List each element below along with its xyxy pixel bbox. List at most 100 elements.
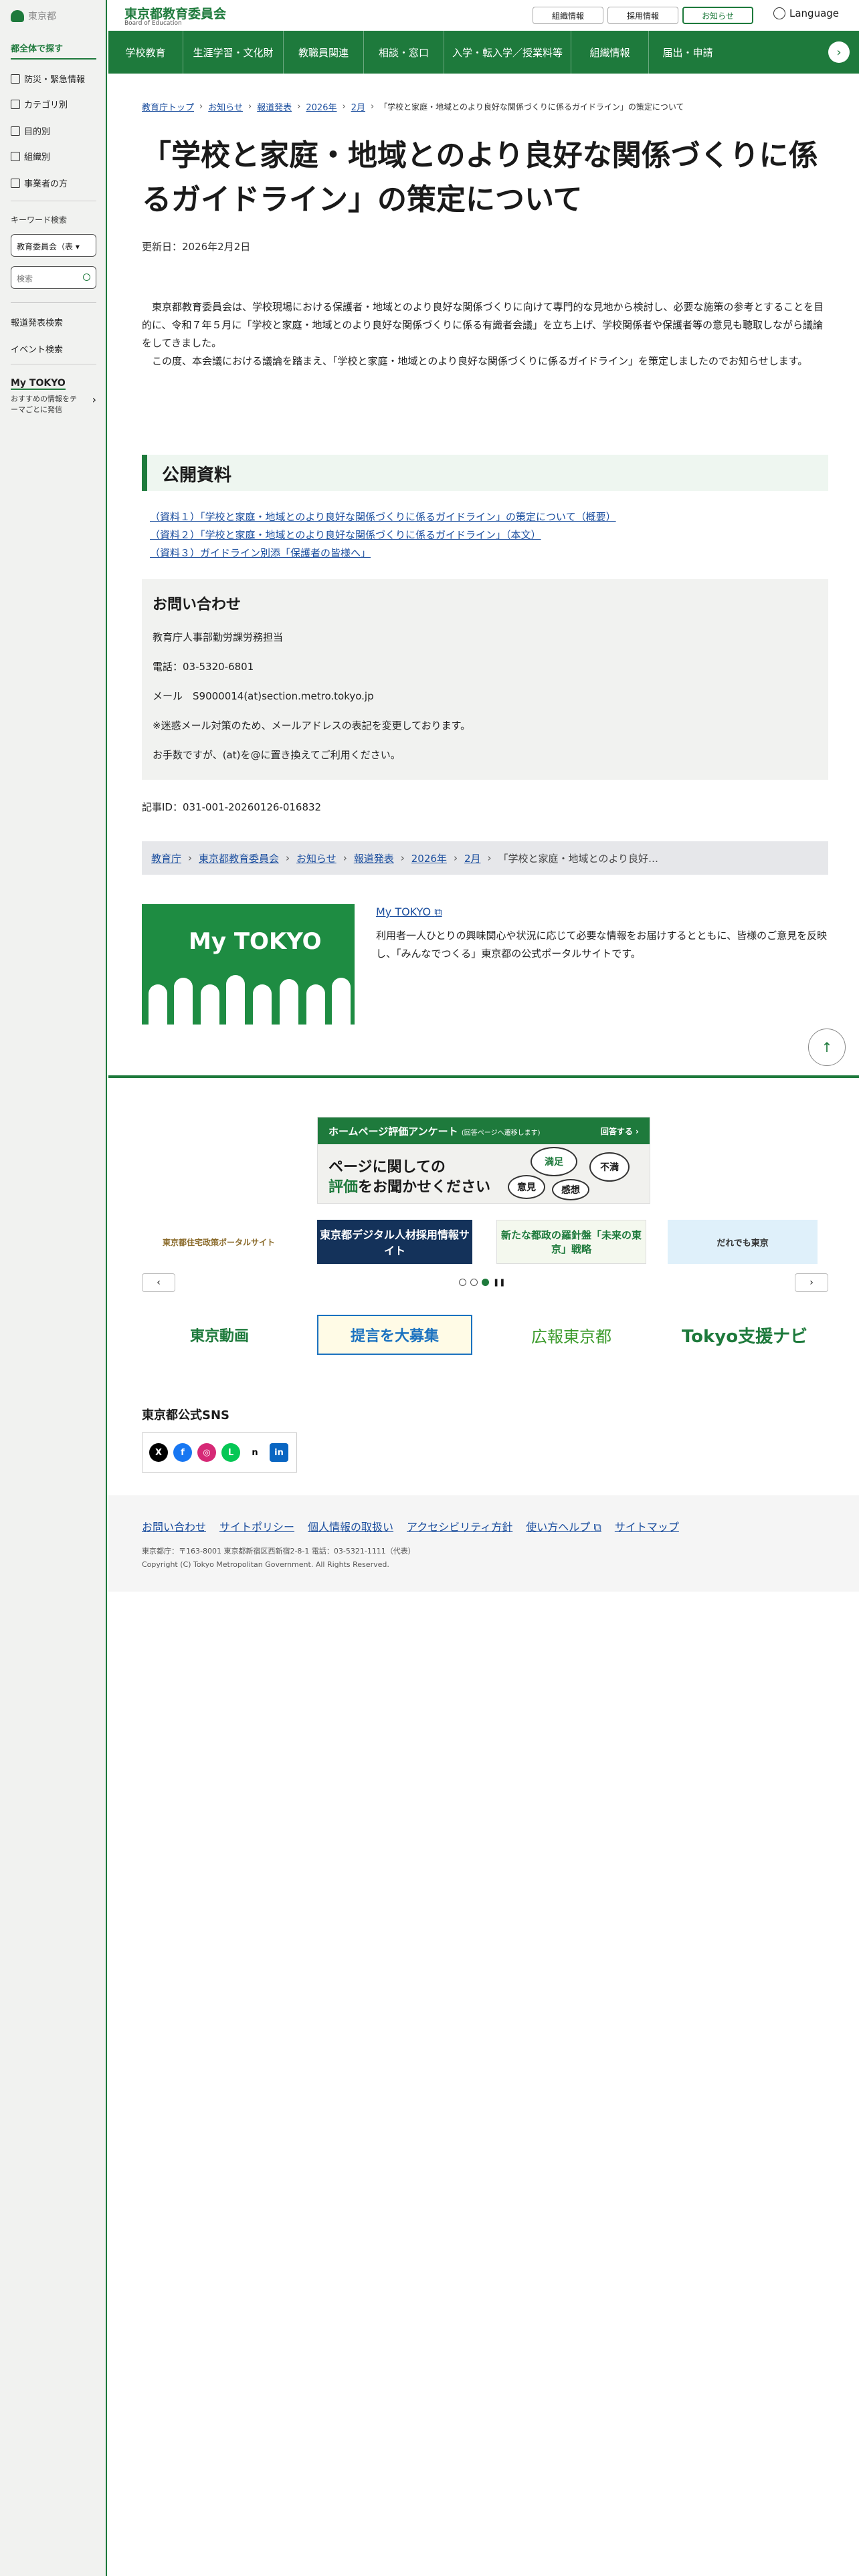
search-icon[interactable] bbox=[83, 274, 90, 281]
press-release-search-link[interactable]: 報道発表検索 bbox=[11, 316, 63, 328]
gnav-lifelong-learning[interactable]: 生涯学習・文化財 bbox=[183, 31, 284, 74]
footer-link-privacy[interactable]: 個人情報の取扱い bbox=[308, 1518, 393, 1534]
x-icon[interactable]: X bbox=[149, 1443, 168, 1462]
breadcrumb-link[interactable]: 教育庁トップ bbox=[142, 100, 194, 113]
banner-future-tokyo[interactable]: 新たな都政の羅針盤「未来の東京」戦略 bbox=[496, 1220, 646, 1264]
resource-link-3[interactable]: （資料３）ガイドライン別添「保護者の皆様へ」 bbox=[150, 547, 371, 559]
breadcrumb-bottom: 教育庁 › 東京都教育委員会 › お知らせ › 報道発表 › 2026年 › 2月 › 「学… bbox=[142, 841, 828, 875]
contact-note: ※迷惑メール対策のため、メールアドレスの表記を変更しております。 bbox=[153, 720, 471, 732]
tokyo-logo-text: 東京都 bbox=[28, 11, 56, 22]
tokyo-logo-icon bbox=[11, 10, 24, 22]
sidebar-item-label: 目的別 bbox=[24, 127, 51, 137]
survey-bar-title: ホームページ評価アンケート bbox=[328, 1125, 458, 1138]
gnav-staff[interactable]: 教職員関連 bbox=[284, 31, 364, 74]
tokyo-logo[interactable]: 東京都 bbox=[11, 9, 56, 23]
search-input[interactable]: 検索 bbox=[11, 266, 96, 289]
resource-link-1[interactable]: （資料１）「学校と家庭・地域とのより良好な関係づくりに係るガイドライン」の策定に… bbox=[150, 511, 616, 523]
gnav-next-arrow-icon[interactable]: › bbox=[828, 41, 850, 63]
gnav-org-info[interactable]: 組織情報 bbox=[571, 31, 649, 74]
footer-link-help[interactable]: 使い方ヘルプ ⧉ bbox=[526, 1518, 601, 1534]
breadcrumb-link[interactable]: 2026年 bbox=[411, 851, 447, 865]
gnav-school-education[interactable]: 学校教育 bbox=[108, 31, 183, 74]
language-button[interactable]: Language bbox=[773, 7, 839, 19]
breadcrumb-link[interactable]: 2月 bbox=[464, 851, 481, 865]
breadcrumb-link[interactable]: 教育庁 bbox=[151, 851, 181, 865]
pause-icon[interactable]: ❚❚ bbox=[493, 1279, 505, 1286]
external-link-icon: ⧉ bbox=[434, 905, 442, 918]
contact-box: お問い合わせ 教育庁人事部勤労課労務担当 電話：03-5320-6801 メール… bbox=[142, 579, 828, 780]
sidebar-mytokyo-link[interactable]: My TOKYO おすすめの情報をテーマごとに発信 › bbox=[11, 376, 96, 415]
breadcrumb-link[interactable]: お知らせ bbox=[296, 851, 337, 865]
globe-icon bbox=[773, 7, 785, 19]
banner-proposal[interactable]: 提言を大募集 bbox=[317, 1315, 472, 1355]
carousel-next-button[interactable]: › bbox=[795, 1273, 828, 1292]
banner-support-navi[interactable]: Tokyo支援ナビ bbox=[674, 1315, 815, 1355]
person-illustration bbox=[226, 975, 245, 1025]
banner-daredemo-tokyo[interactable]: だれでも東京 bbox=[668, 1220, 818, 1264]
article-body: 東京都教育委員会は、学校現場における保護者・地域とのより良好な関係づくりに向けて… bbox=[142, 298, 828, 370]
sidebar-item-business[interactable]: 事業者の方 bbox=[11, 177, 68, 189]
breadcrumb-link[interactable]: 東京都教育委員会 bbox=[199, 851, 279, 865]
speech-bubble-icon: 意見 bbox=[508, 1175, 545, 1199]
back-to-top-button[interactable]: ↑ bbox=[808, 1029, 846, 1066]
survey-question-line2: 評価をお聞かせください bbox=[328, 1175, 490, 1196]
footer-link-contact[interactable]: お問い合わせ bbox=[142, 1518, 206, 1534]
banner-digital-recruit[interactable]: 東京都デジタル人材採用情報サイト bbox=[317, 1220, 472, 1264]
facebook-icon[interactable]: f bbox=[173, 1443, 192, 1462]
line-icon[interactable]: L bbox=[221, 1443, 240, 1462]
search-scope-select[interactable]: 教育委員会（表 ▾ bbox=[11, 234, 96, 257]
footer-links: お問い合わせ サイトポリシー 個人情報の取扱い アクセシビリティ方針 使い方ヘル… bbox=[142, 1518, 679, 1534]
chevron-right-icon: › bbox=[400, 852, 405, 864]
org-info-button[interactable]: 組織情報 bbox=[533, 7, 603, 24]
footer-link-help-text: 使い方ヘルプ bbox=[526, 1521, 591, 1533]
carousel-dot-active[interactable] bbox=[482, 1279, 489, 1286]
speaker-icon bbox=[11, 74, 20, 84]
event-search-link[interactable]: イベント検索 bbox=[11, 342, 63, 355]
resource-link-2[interactable]: （資料２）「学校と家庭・地域とのより良好な関係づくりに係るガイドライン」（本文） bbox=[150, 529, 541, 541]
sidebar-item-label: 事業者の方 bbox=[24, 179, 68, 189]
recruit-button[interactable]: 採用情報 bbox=[607, 7, 678, 24]
mytokyo-link[interactable]: My TOKYO ⧉ bbox=[376, 905, 442, 919]
carousel-dot[interactable] bbox=[470, 1279, 478, 1286]
breadcrumb-link[interactable]: お知らせ bbox=[208, 100, 243, 113]
breadcrumb-link[interactable]: 報道発表 bbox=[257, 100, 292, 113]
carousel-prev-button[interactable]: ‹ bbox=[142, 1273, 175, 1292]
sidebar-mytokyo-title: My TOKYO bbox=[11, 378, 66, 390]
sidebar-item-disaster[interactable]: 防災・緊急情報 bbox=[11, 72, 85, 85]
footer-link-accessibility[interactable]: アクセシビリティ方針 bbox=[407, 1518, 512, 1534]
chevron-right-icon: › bbox=[199, 102, 203, 112]
footer-address: 東京都庁：〒163-8001 東京都新宿区西新宿2-8-1 電話：03-5321… bbox=[142, 1545, 415, 1572]
breadcrumb-link[interactable]: 報道発表 bbox=[354, 851, 394, 865]
mytokyo-link-text: My TOKYO bbox=[376, 905, 432, 918]
gnav-applications[interactable]: 届出・申請 bbox=[649, 31, 727, 74]
instagram-icon[interactable]: ◎ bbox=[197, 1443, 216, 1462]
note-icon[interactable]: n bbox=[246, 1443, 264, 1462]
gnav-admission[interactable]: 入学・転入学／授業料等 bbox=[444, 31, 571, 74]
chevron-right-icon: › bbox=[188, 852, 193, 864]
chevron-right-icon: › bbox=[809, 1277, 814, 1288]
sidebar-item-purpose[interactable]: 目的別 bbox=[11, 124, 50, 137]
site-title[interactable]: 東京都教育委員会 bbox=[124, 4, 226, 22]
gnav-consultation[interactable]: 相談・窓口 bbox=[364, 31, 444, 74]
sidebar-item-category[interactable]: カテゴリ別 bbox=[11, 98, 68, 110]
sns-title: 東京都公式SNS bbox=[142, 1408, 229, 1422]
sidebar-item-organization[interactable]: 組織別 bbox=[11, 150, 50, 163]
breadcrumb-link[interactable]: 2月 bbox=[351, 100, 365, 113]
banner-koho-tokyo[interactable]: 広報東京都 bbox=[511, 1315, 632, 1355]
updated-date: 更新日：2026年2月2日 bbox=[142, 241, 251, 253]
survey-banner[interactable]: ホームページ評価アンケート (回答ページへ遷移します) 回答する › ページに関し… bbox=[317, 1117, 650, 1204]
news-button[interactable]: お知らせ bbox=[682, 7, 753, 24]
linkedin-icon[interactable]: in bbox=[270, 1443, 288, 1462]
footer-link-policy[interactable]: サイトポリシー bbox=[219, 1518, 294, 1534]
chevron-right-icon: › bbox=[370, 102, 375, 112]
footer-link-sitemap[interactable]: サイトマップ bbox=[615, 1518, 679, 1534]
banner-housing[interactable]: 東京都住宅政策ポータルサイト bbox=[142, 1220, 296, 1264]
sidebar-item-label: カテゴリ別 bbox=[24, 100, 68, 110]
article-paragraph: 東京都教育委員会は、学校現場における保護者・地域とのより良好な関係づくりに向けて… bbox=[142, 301, 824, 349]
banner-tokyo-video[interactable]: 東京動画 bbox=[161, 1315, 278, 1355]
breadcrumb-link[interactable]: 2026年 bbox=[306, 100, 337, 113]
tag-icon bbox=[11, 99, 20, 109]
carousel-dot[interactable] bbox=[459, 1279, 466, 1286]
mytokyo-banner-image[interactable]: My TOKYO bbox=[142, 904, 355, 1025]
speech-bubble-icon: 不満 bbox=[589, 1152, 630, 1182]
